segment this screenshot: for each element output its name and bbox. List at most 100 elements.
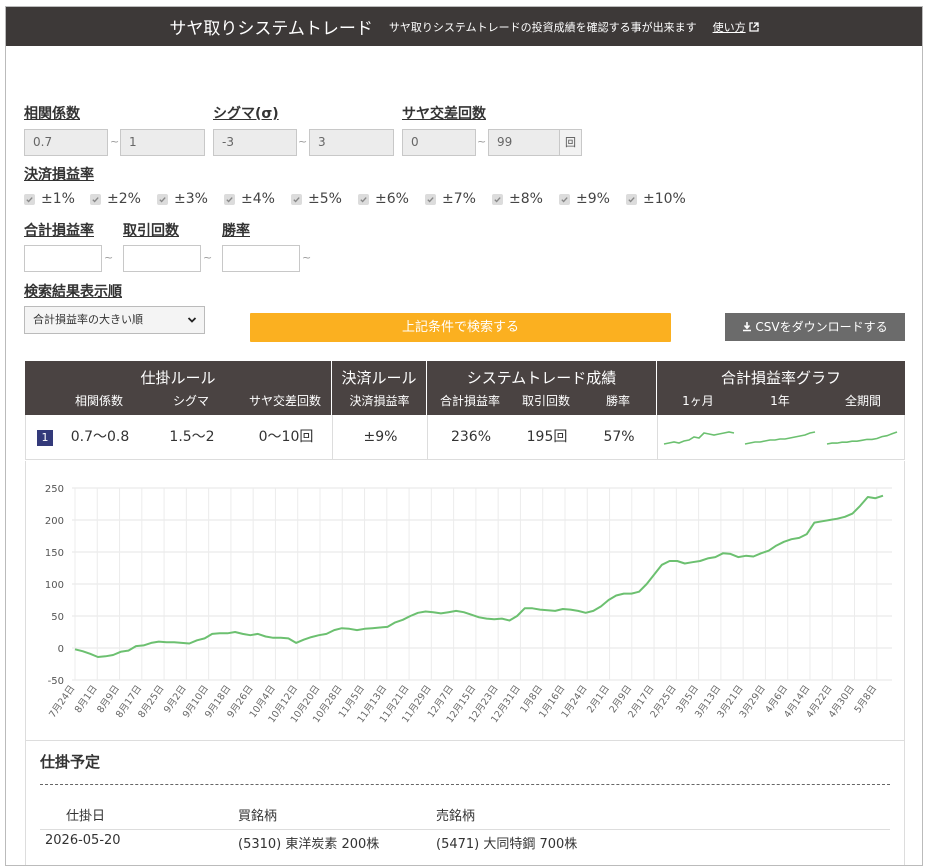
settlement-option[interactable]: ±6% bbox=[358, 191, 409, 207]
result-group: システムトレード成績 合計損益率 取引回数 勝率 bbox=[427, 361, 657, 415]
chevron-down-icon bbox=[187, 317, 197, 323]
sparkline-1year bbox=[744, 431, 816, 445]
col-divider bbox=[427, 415, 428, 459]
x-tick-label: 7月24日 bbox=[47, 683, 77, 720]
total-pl-tilde: ~ bbox=[104, 251, 114, 264]
exit-rule-group: 決済ルール 決済損益率 bbox=[332, 361, 427, 415]
sparkline-all-period bbox=[826, 431, 898, 445]
total-pl-input[interactable] bbox=[24, 245, 102, 272]
col-total: 合計損益率 bbox=[439, 394, 500, 408]
plan-header-divider bbox=[40, 829, 890, 830]
settlement-option-label: ±6% bbox=[375, 191, 409, 207]
settlement-option[interactable]: ±3% bbox=[157, 191, 208, 207]
trades-input[interactable] bbox=[123, 245, 201, 272]
page-title: サヤ取りシステムトレード bbox=[169, 19, 373, 39]
pl-line-chart: 250200150100500-507月24日8月1日8月9日8月17日8月25… bbox=[45, 484, 892, 725]
y-tick-label: 150 bbox=[45, 548, 64, 559]
checkbox-check-icon[interactable] bbox=[291, 193, 302, 205]
plan-header-date: 仕掛日 bbox=[66, 809, 106, 824]
settlement-option-label: ±10% bbox=[643, 191, 686, 207]
sigma-to-input[interactable]: 3 bbox=[309, 129, 394, 156]
sort-label: 検索結果表示順 bbox=[24, 284, 122, 300]
correlation-to-input[interactable]: 1 bbox=[120, 129, 205, 156]
sigma-tilde: ~ bbox=[298, 135, 308, 148]
col-all-period: 全期間 bbox=[844, 394, 881, 408]
correlation-from-input[interactable]: 0.7 bbox=[24, 129, 108, 156]
table-header: 仕掛ルール 相関係数 シグマ サヤ交差回数 決済ルール 決済損益率 システムトレ… bbox=[25, 361, 905, 415]
checkbox-check-icon[interactable] bbox=[157, 193, 168, 205]
settlement-option[interactable]: ±9% bbox=[559, 191, 610, 207]
cell-correlation: 0.7～0.8 bbox=[70, 429, 130, 445]
entry-plan-section: 仕掛予定 仕掛日 買銘柄 売銘柄 2026-05-20 (5310) 東洋炭素 … bbox=[25, 737, 905, 865]
sparkline-series bbox=[826, 431, 898, 445]
crosses-to-input[interactable]: 99 bbox=[488, 129, 560, 156]
settlement-option-label: ±1% bbox=[41, 191, 75, 207]
winrate-tilde: ~ bbox=[302, 251, 312, 264]
settlement-option-label: ±3% bbox=[174, 191, 208, 207]
table-row[interactable]: 1 0.7～0.8 1.5～2 0～10回 ±9% 236% 195回 57% bbox=[25, 415, 905, 460]
download-icon bbox=[743, 322, 752, 332]
entry-rule-title: 仕掛ルール bbox=[140, 369, 216, 387]
sigma-from-input[interactable]: -3 bbox=[213, 129, 297, 156]
settlement-option[interactable]: ±4% bbox=[224, 191, 275, 207]
settlement-option[interactable]: ±7% bbox=[425, 191, 476, 207]
settlement-option[interactable]: ±10% bbox=[626, 191, 686, 207]
checkbox-check-icon[interactable] bbox=[224, 193, 235, 205]
col-1year: 1年 bbox=[770, 394, 790, 408]
cell-total: 236% bbox=[450, 429, 492, 445]
correlation-tilde: ~ bbox=[110, 135, 120, 148]
correlation-label: 相関係数 bbox=[24, 106, 80, 122]
settlement-option[interactable]: ±2% bbox=[90, 191, 141, 207]
crosses-unit: 回 bbox=[560, 129, 582, 156]
col-correlation: 相関係数 bbox=[74, 394, 123, 408]
checkbox-check-icon[interactable] bbox=[90, 193, 101, 205]
howto-label: 使い方 bbox=[712, 20, 746, 34]
col-divider bbox=[657, 415, 658, 459]
checkbox-check-icon[interactable] bbox=[492, 193, 503, 205]
settlement-option-label: ±7% bbox=[442, 191, 476, 207]
sort-selected: 合計損益率の大きい順 bbox=[33, 313, 143, 326]
col-settle: 決済損益率 bbox=[349, 394, 410, 408]
exit-rule-title: 決済ルール bbox=[341, 369, 417, 387]
page-subtitle: サヤ取りシステムトレードの投資成績を確認する事が出来ます bbox=[388, 20, 697, 34]
search-button[interactable]: 上記条件で検索する bbox=[250, 313, 671, 342]
checkbox-check-icon[interactable] bbox=[626, 193, 637, 205]
cell-trades: 195回 bbox=[526, 429, 568, 445]
cell-settle: ±9% bbox=[363, 429, 398, 445]
settlement-option-label: ±4% bbox=[241, 191, 275, 207]
settlement-option-label: ±2% bbox=[107, 191, 141, 207]
sort-select[interactable]: 合計損益率の大きい順 bbox=[24, 306, 205, 334]
total-pl-label: 合計損益率 bbox=[24, 223, 94, 239]
y-tick-label: 100 bbox=[45, 580, 64, 591]
settlement-option-label: ±9% bbox=[576, 191, 610, 207]
cell-sigma: 1.5～2 bbox=[169, 429, 215, 445]
settlement-option-label: ±8% bbox=[509, 191, 543, 207]
col-trades: 取引回数 bbox=[521, 394, 570, 408]
settlement-option[interactable]: ±1% bbox=[24, 191, 75, 207]
y-tick-label: 50 bbox=[51, 612, 64, 623]
settlement-option[interactable]: ±8% bbox=[492, 191, 543, 207]
plan-header-buy: 買銘柄 bbox=[238, 809, 278, 824]
checkbox-check-icon[interactable] bbox=[559, 193, 570, 205]
plan-header-sell: 売銘柄 bbox=[436, 809, 476, 824]
checkbox-check-icon[interactable] bbox=[358, 193, 369, 205]
checkbox-check-icon[interactable] bbox=[425, 193, 436, 205]
checkbox-check-icon[interactable] bbox=[24, 193, 35, 205]
crosses-tilde: ~ bbox=[477, 135, 487, 148]
trades-tilde: ~ bbox=[203, 251, 213, 264]
settlement-option[interactable]: ±5% bbox=[291, 191, 342, 207]
y-tick-label: 200 bbox=[45, 516, 64, 527]
result-title: システムトレード成績 bbox=[466, 369, 617, 387]
dashed-divider bbox=[40, 784, 890, 785]
sparkline-1month bbox=[663, 431, 735, 445]
plan-row-date: 2026-05-20 bbox=[45, 833, 121, 848]
csv-download-button[interactable]: CSVをダウンロードする bbox=[725, 313, 905, 341]
graph-group: 合計損益率グラフ 1ヶ月 1年 全期間 bbox=[657, 361, 905, 415]
rank-badge: 1 bbox=[37, 430, 53, 446]
y-tick-label: 250 bbox=[45, 484, 64, 495]
crosses-label: サヤ交差回数 bbox=[402, 106, 486, 122]
winrate-input[interactable] bbox=[222, 245, 300, 272]
crosses-from-input[interactable]: 0 bbox=[402, 129, 476, 156]
y-tick-label: -50 bbox=[48, 676, 64, 687]
howto-link[interactable]: 使い方 bbox=[713, 19, 759, 35]
